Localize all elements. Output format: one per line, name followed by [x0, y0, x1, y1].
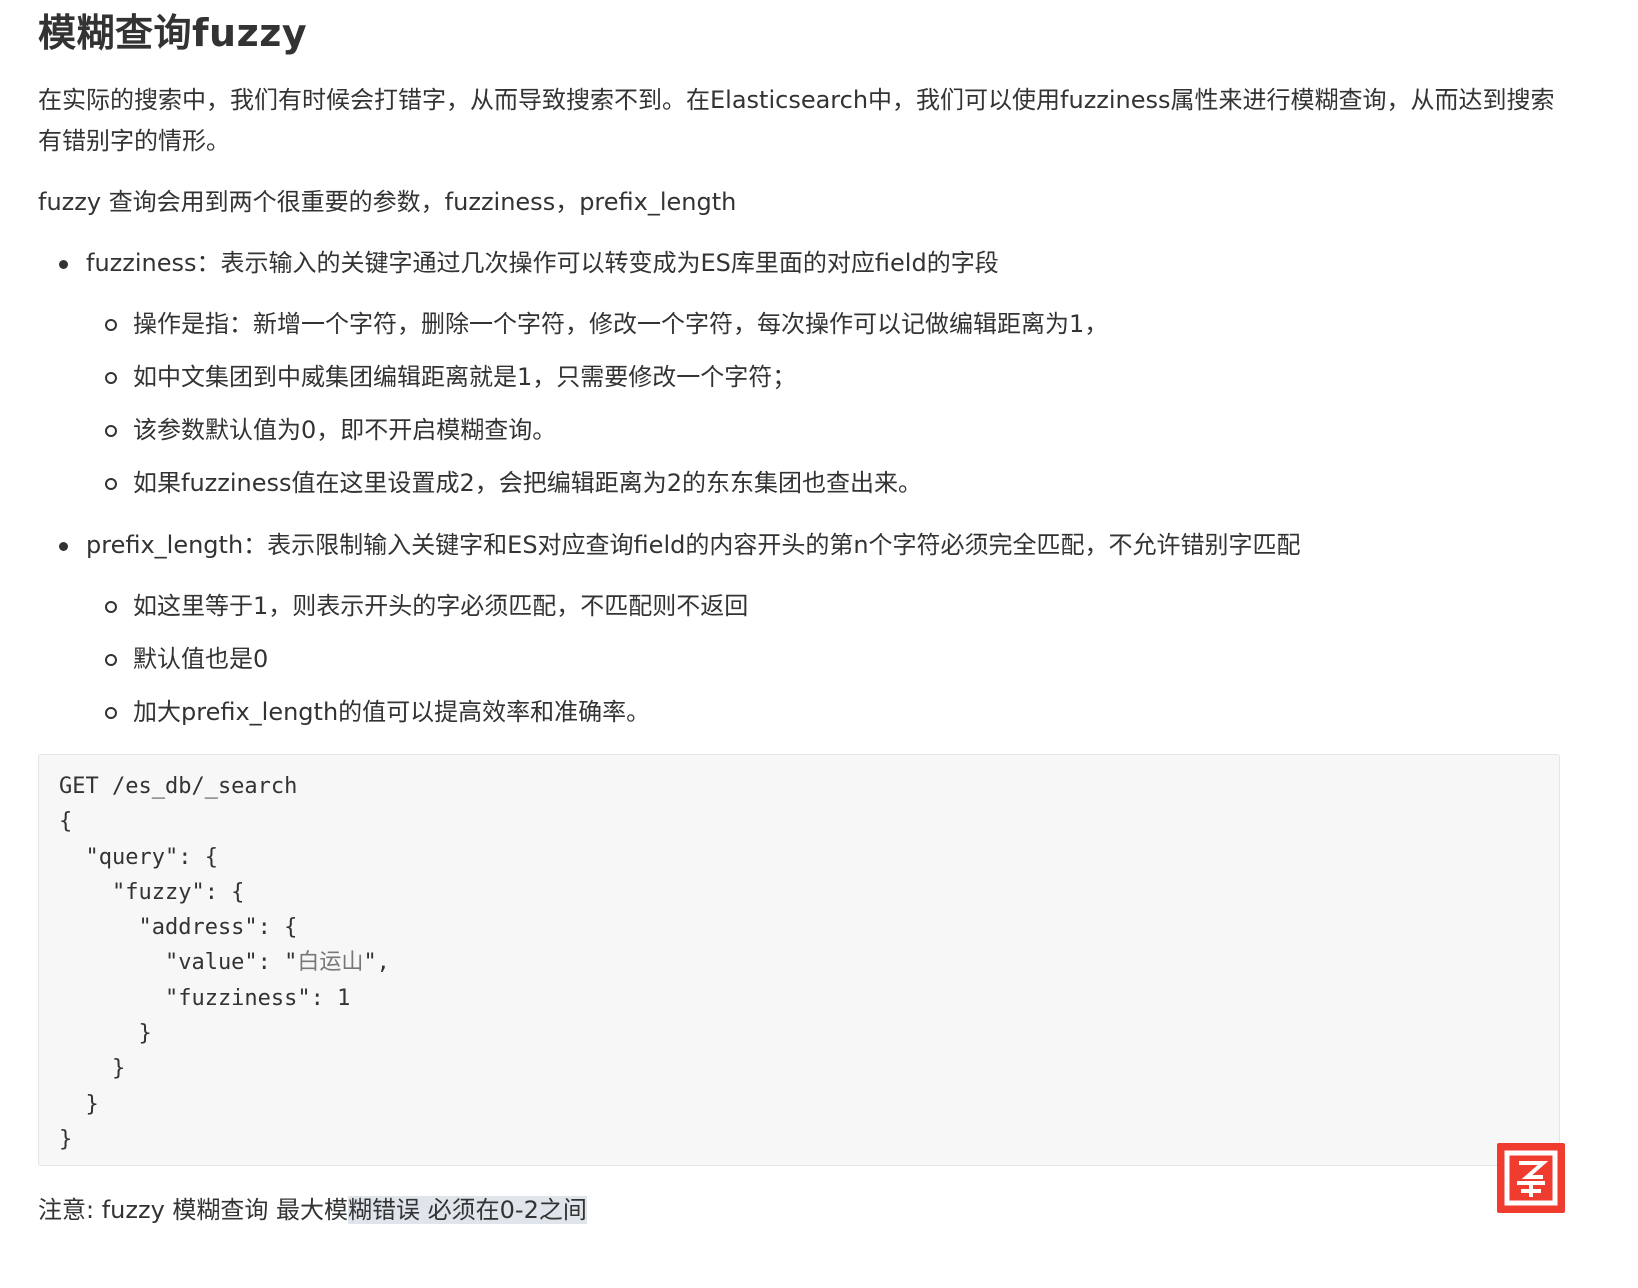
sub-list-item-text: 加大prefix_length的值可以提高效率和准确率。: [133, 698, 651, 726]
list-item-text: fuzziness：表示输入的关键字通过几次操作可以转变成为ES库里面的对应fi…: [86, 249, 999, 277]
code-value-key: "value": ": [59, 950, 298, 976]
code-line: "query": {: [59, 844, 218, 870]
sub-list-item: 默认值也是0: [38, 639, 1563, 680]
code-value-cn: 白运山: [297, 950, 364, 976]
bullet-circle-icon: [105, 601, 117, 613]
sub-list-item: 操作是指：新增一个字符，删除一个字符，修改一个字符，每次操作可以记做编辑距离为1…: [38, 304, 1563, 345]
note-text: 注意: fuzzy 模糊查询 最大模糊错误 必须在0-2之间: [38, 1190, 587, 1231]
sub-list-item-text: 如这里等于1，则表示开头的字必须匹配，不匹配则不返回: [133, 592, 749, 620]
bullet-dot-icon: [59, 260, 68, 269]
sub-list-item: 如这里等于1，则表示开头的字必须匹配，不匹配则不返回: [38, 586, 1563, 627]
page-title: 模糊查询fuzzy: [38, 11, 308, 55]
param-list: fuzziness：表示输入的关键字通过几次操作可以转变成为ES库里面的对应fi…: [38, 243, 1563, 733]
code-line: }: [59, 1021, 152, 1047]
sub-list-item-text: 如果fuzziness值在这里设置成2，会把编辑距离为2的东东集团也查出来。: [133, 469, 923, 497]
list-item-text: prefix_length：表示限制输入关键字和ES对应查询field的内容开头…: [86, 531, 1301, 559]
sub-list-item-text: 如中文集团到中威集团编辑距离就是1，只需要修改一个字符；: [133, 363, 797, 391]
sub-list-item: 加大prefix_length的值可以提高效率和准确率。: [38, 692, 1563, 733]
code-block[interactable]: GET /es_db/_search { "query": { "fuzzy":…: [38, 754, 1560, 1166]
code-line: }: [59, 1056, 126, 1082]
sub-list-item: 如中文集团到中威集团编辑距离就是1，只需要修改一个字符；: [38, 357, 1563, 398]
bullet-circle-icon: [105, 319, 117, 331]
note-highlighted-selection[interactable]: 糊错误 必须在0-2之间: [348, 1196, 587, 1224]
code-line: "address": {: [59, 915, 298, 941]
intro-paragraph: 在实际的搜索中，我们有时候会打错字，从而导致搜索不到。在Elasticsearc…: [38, 86, 1555, 155]
list-item-fuzziness: fuzziness：表示输入的关键字通过几次操作可以转变成为ES库里面的对应fi…: [38, 243, 1563, 504]
list-item-prefix-length: prefix_length：表示限制输入关键字和ES对应查询field的内容开头…: [38, 525, 1563, 733]
sub-list-item: 该参数默认值为0，即不开启模糊查询。: [38, 410, 1563, 451]
sub-list: 如这里等于1，则表示开头的字必须匹配，不匹配则不返回 默认值也是0 加大pref…: [86, 586, 1563, 733]
bullet-circle-icon: [105, 425, 117, 437]
bullet-circle-icon: [105, 478, 117, 490]
bullet-circle-icon: [105, 372, 117, 384]
code-line: {: [59, 809, 73, 835]
code-value-suffix: ",: [363, 950, 390, 976]
red-stamp-logo-icon: [1497, 1143, 1565, 1213]
code-line: "fuzzy": {: [59, 879, 245, 905]
stamp-glyph-icon: [1504, 1150, 1558, 1206]
sub-list-item-text: 该参数默认值为0，即不开启模糊查询。: [133, 416, 557, 444]
bullet-circle-icon: [105, 707, 117, 719]
params-paragraph: fuzzy 查询会用到两个很重要的参数，fuzziness，prefix_len…: [38, 188, 737, 216]
sub-list-item: 如果fuzziness值在这里设置成2，会把编辑距离为2的东东集团也查出来。: [38, 463, 1563, 504]
code-line: "fuzziness": 1: [59, 985, 351, 1011]
sub-list-item-text: 操作是指：新增一个字符，删除一个字符，修改一个字符，每次操作可以记做编辑距离为1…: [133, 310, 1109, 338]
code-line: }: [59, 1091, 99, 1117]
code-line: GET /es_db/_search: [59, 774, 298, 799]
bullet-dot-icon: [59, 542, 68, 551]
sub-list: 操作是指：新增一个字符，删除一个字符，修改一个字符，每次操作可以记做编辑距离为1…: [86, 304, 1563, 504]
code-line: }: [59, 1126, 73, 1152]
code-line-value: "value": "白运山",: [59, 945, 1559, 980]
note-prefix: 注意: fuzzy 模糊查询 最大模: [38, 1196, 349, 1224]
sub-list-item-text: 默认值也是0: [133, 645, 269, 673]
document-page: 模糊查询fuzzy 在实际的搜索中，我们有时候会打错字，从而导致搜索不到。在El…: [38, 0, 1563, 1224]
bullet-circle-icon: [105, 654, 117, 666]
